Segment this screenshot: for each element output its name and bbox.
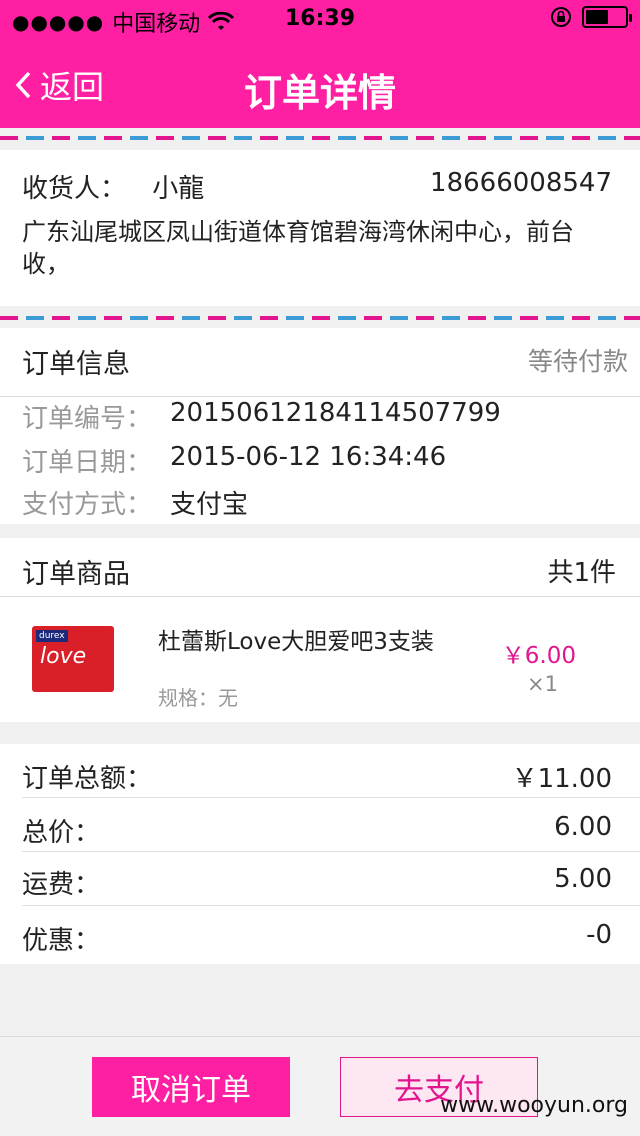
payment-method-label: 支付方式： bbox=[22, 490, 153, 520]
discount-value: -0 bbox=[586, 920, 612, 950]
product-price: ￥6.00 bbox=[501, 643, 576, 669]
recipient-phone: 18666008547 bbox=[430, 168, 612, 198]
watermark: www.wooyun.org bbox=[440, 1093, 628, 1118]
battery-icon bbox=[582, 6, 632, 28]
goods-card: 订单商品 共1件 durex love 杜蕾斯Love大胆爱吧3支装 规格：无 … bbox=[0, 538, 640, 722]
payment-method-row: 支付方式： 支付宝 bbox=[22, 484, 248, 521]
order-number-label: 订单编号： bbox=[22, 404, 153, 434]
order-date-value: 2015-06-12 16:34:46 bbox=[170, 442, 447, 472]
cancel-order-button[interactable]: 取消订单 bbox=[92, 1057, 290, 1117]
address-text: 广东汕尾城区凤山街道体育馆碧海湾休闲中心，前台收， bbox=[22, 218, 574, 278]
thumb-text: love bbox=[40, 644, 87, 669]
total-label: 订单总额： bbox=[22, 764, 153, 794]
thumb-brand: durex bbox=[36, 630, 68, 642]
product-quantity: ×1 bbox=[527, 672, 558, 696]
product-name[interactable]: 杜蕾斯Love大胆爱吧3支装 bbox=[158, 622, 434, 656]
order-number-value: 20150612184114507799 bbox=[170, 398, 501, 428]
status-bar: ●●●●● 中国移动 16:39 bbox=[0, 0, 640, 40]
recipient: 收货人： 小龍 bbox=[22, 168, 204, 205]
goods-header: 订单商品 bbox=[22, 559, 130, 590]
shipping-value: 5.00 bbox=[554, 864, 612, 894]
product-spec: 规格：无 bbox=[158, 686, 238, 710]
header: ●●●●● 中国移动 16:39 返回 订单详情 bbox=[0, 0, 640, 128]
address-divider-top bbox=[0, 136, 640, 140]
divider bbox=[22, 905, 640, 906]
order-info-card: 订单信息 等待付款 订单编号： 20150612184114507799 订单日… bbox=[0, 328, 640, 524]
total-value: ￥11.00 bbox=[511, 764, 612, 794]
summary-card: 订单总额： ￥11.00 总价： 6.00 运费： 5.00 优惠： -0 bbox=[0, 744, 640, 964]
payment-method-value: 支付宝 bbox=[170, 490, 249, 520]
divider bbox=[0, 596, 640, 597]
shipping-label: 运费： bbox=[22, 870, 101, 900]
order-number-row: 订单编号： 20150612184114507799 bbox=[22, 398, 501, 435]
order-date-label: 订单日期： bbox=[22, 448, 153, 478]
divider bbox=[22, 851, 640, 852]
action-bar: 取消订单 去支付 www.wooyun.org bbox=[0, 1036, 640, 1136]
address-divider-bottom bbox=[0, 316, 640, 320]
nav-bar: 返回 订单详情 bbox=[0, 40, 640, 128]
order-status: 等待付款 bbox=[527, 347, 628, 376]
recipient-label: 收货人： bbox=[22, 174, 127, 204]
order-info-header: 订单信息 bbox=[22, 349, 130, 380]
divider bbox=[22, 797, 640, 798]
page-title: 订单详情 bbox=[243, 71, 396, 115]
product-thumbnail[interactable]: durex love bbox=[32, 626, 114, 692]
price-label: 总价： bbox=[22, 818, 101, 848]
rotation-lock-icon bbox=[551, 7, 571, 27]
status-time: 16:39 bbox=[284, 6, 356, 31]
order-date-row: 订单日期： 2015-06-12 16:34:46 bbox=[22, 442, 446, 479]
discount-label: 优惠： bbox=[22, 926, 101, 956]
goods-count: 共1件 bbox=[547, 558, 616, 588]
address-card[interactable]: 收货人： 小龍 18666008547 广东汕尾城区凤山街道体育馆碧海湾休闲中心… bbox=[0, 150, 640, 306]
recipient-name: 小龍 bbox=[152, 174, 205, 204]
divider bbox=[0, 396, 640, 397]
price-value: 6.00 bbox=[554, 812, 612, 842]
